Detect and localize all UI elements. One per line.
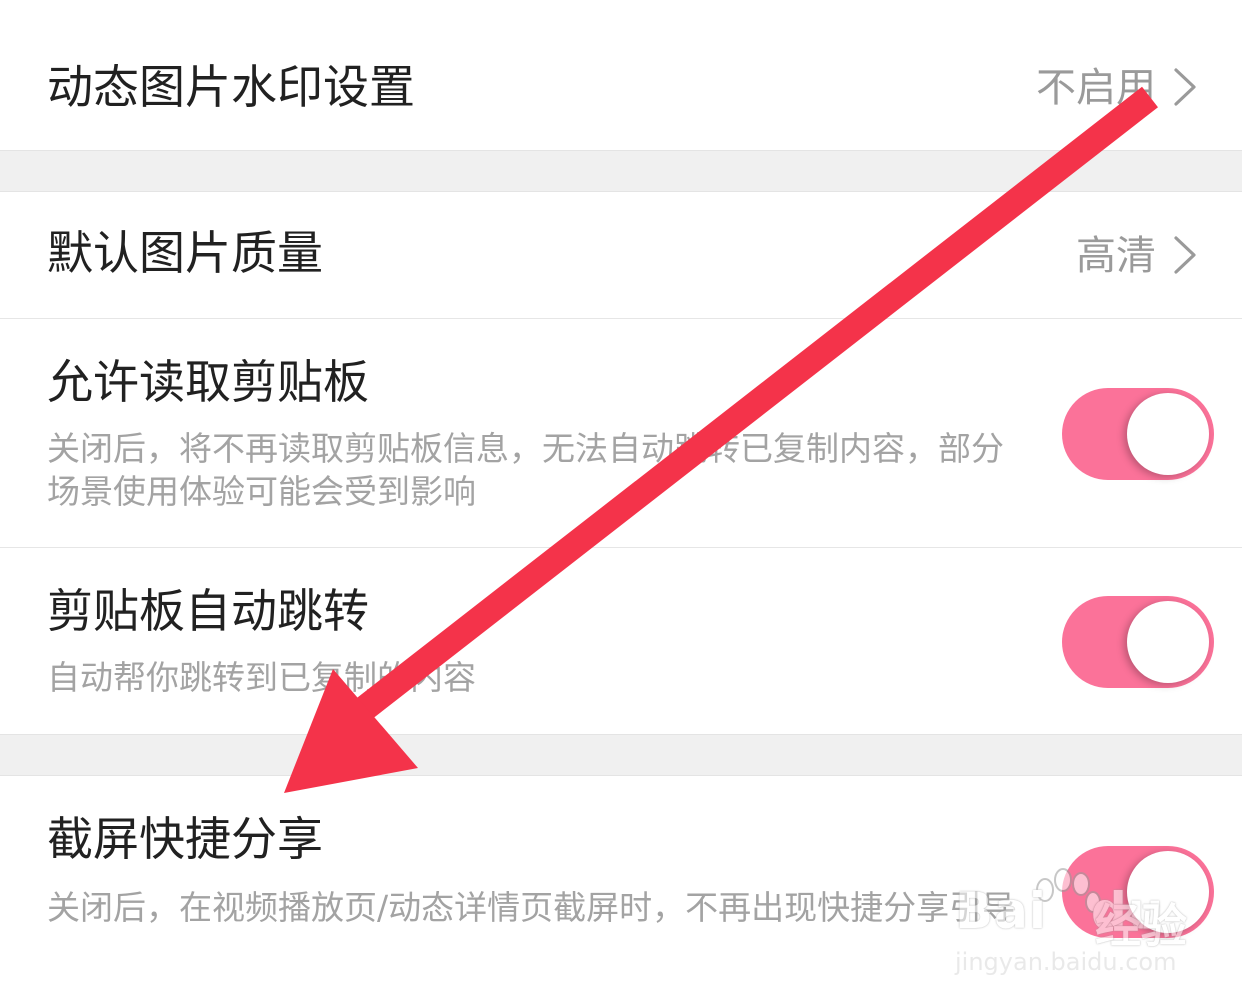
watermark-cn: 经验 xyxy=(1095,899,1187,953)
clipboard-jump-toggle[interactable] xyxy=(1062,596,1214,688)
image-quality-title: 默认图片质量 xyxy=(47,226,323,280)
baidu-jingyan-watermark: Bai du 经验 jingyan.baidu.com xyxy=(945,868,1235,980)
screenshot-share-title: 截屏快捷分享 xyxy=(47,812,323,866)
watermark-setting-title: 动态图片水印设置 xyxy=(47,60,415,114)
clipboard-jump-title: 剪贴板自动跳转 xyxy=(47,584,369,638)
chevron-right-icon xyxy=(1174,68,1196,106)
clipboard-read-description: 关闭后，将不再读取剪贴板信息，无法自动跳转已复制内容，部分场景使用体验可能会受到… xyxy=(47,429,1004,511)
screenshot-share-description: 关闭后，在视频播放页/动态详情页截屏时，不再出现快捷分享引导 xyxy=(47,888,1016,927)
image-quality-value: 高清 xyxy=(1076,233,1156,279)
image-quality-row[interactable]: 默认图片质量 高清 xyxy=(0,192,1242,318)
watermark-url: jingyan.baidu.com xyxy=(955,948,1177,976)
toggle-knob xyxy=(1127,393,1209,475)
clipboard-read-title: 允许读取剪贴板 xyxy=(47,355,369,409)
settings-screen: 动态图片水印设置 不启用 默认图片质量 高清 允许读取剪贴板 关闭后，将不再读取… xyxy=(0,0,1242,1005)
section-separator xyxy=(0,734,1242,776)
toggle-knob xyxy=(1127,601,1209,683)
chevron-right-icon xyxy=(1174,236,1196,274)
section-separator xyxy=(0,150,1242,192)
clipboard-jump-row: 剪贴板自动跳转 自动帮你跳转到已复制的内容 xyxy=(0,548,1242,734)
clipboard-read-toggle[interactable] xyxy=(1062,388,1214,480)
clipboard-jump-description: 自动帮你跳转到已复制的内容 xyxy=(47,658,476,697)
watermark-setting-value: 不启用 xyxy=(1036,65,1156,111)
clipboard-read-row: 允许读取剪贴板 关闭后，将不再读取剪贴板信息，无法自动跳转已复制内容，部分场景使… xyxy=(0,319,1242,547)
watermark-setting-row[interactable]: 动态图片水印设置 不启用 xyxy=(0,0,1242,150)
